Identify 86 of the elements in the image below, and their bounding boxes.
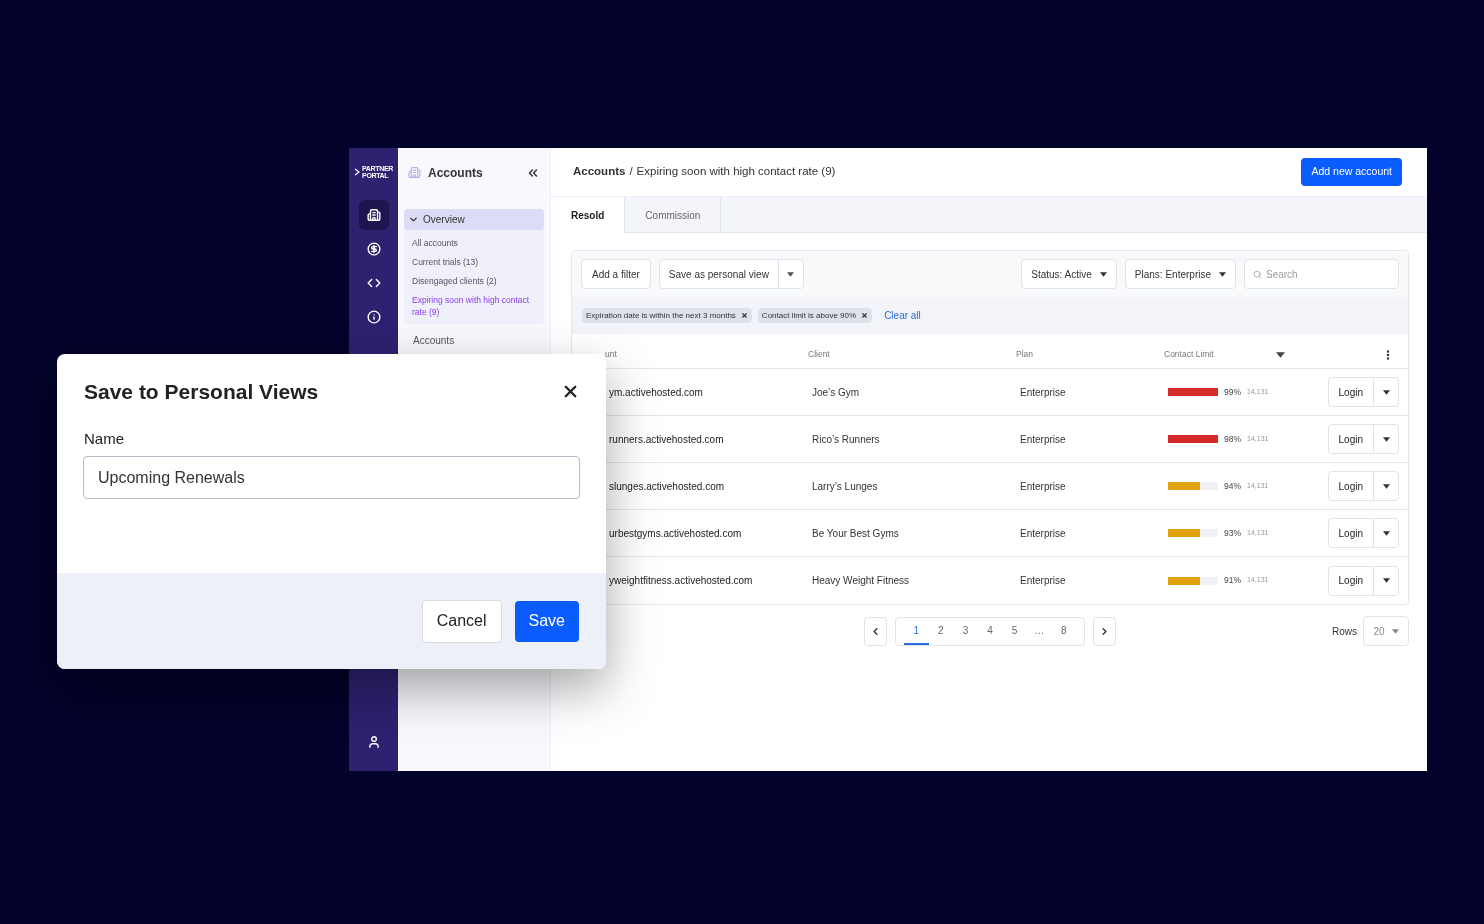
usage-percent: 91% [1224,574,1241,587]
table-cell-text: urbestgyms.activehosted.com [609,526,743,541]
search-icon [1253,269,1262,279]
tab[interactable]: Resold [551,197,626,233]
caret-icon [1382,389,1390,395]
login-button[interactable]: Login [1328,566,1374,595]
table-cell-text: ym.activehosted.com [609,385,704,400]
breadcrumb-separator: / [629,164,633,180]
info-icon [366,310,381,324]
building-icon [366,208,381,222]
page-button[interactable]: 5 [1002,617,1027,645]
cancel-button[interactable]: Cancel [421,599,502,643]
nav-item[interactable]: Current trials (13) [404,256,544,268]
column-header: Client [808,348,830,361]
save-view-button[interactable]: Save as personal view [659,260,779,288]
dialog-title: Save to Personal Views [84,379,320,405]
code-icon [366,276,381,290]
building-icon [408,166,421,179]
table-cell-text: Be Your Best Gyms [812,526,900,541]
table-cell-text: Enterprise [1020,574,1067,588]
table-cell-text: Larry’s Lunges [812,479,879,494]
table-cell-text: slunges.activehosted.com [609,479,726,494]
tab[interactable]: Commission [625,197,722,233]
nav-item[interactable]: Disengaged clients (2) [404,275,544,287]
breadcrumb-item: Expiring soon with high contact rate (9) [636,164,836,180]
login-button[interactable]: Login [1328,472,1374,500]
rows-dropdown[interactable]: 20 [1363,616,1409,646]
table-cell-text: Enterprise [1020,479,1067,494]
caret-icon [1099,271,1107,277]
column-header: unt [605,348,617,361]
dollar-icon [366,242,381,256]
filter-text: Expiration date is within the next 3 months [586,309,736,322]
usage-percent: 99% [1224,385,1241,399]
caret-icon [1382,436,1390,442]
add-account-button[interactable]: Add new account [1301,158,1402,186]
table-cell-text: Heavy Weight Fitness [812,574,911,588]
page-button[interactable]: 1 [903,617,929,645]
caret-icon [1219,271,1226,277]
caret-icon [1391,628,1399,634]
usage-percent: 93% [1224,526,1241,540]
group-header[interactable]: Overview [404,209,544,230]
table-cell-text: Enterprise [1020,385,1067,400]
plans-dropdown[interactable]: Plans: Enterprise [1124,259,1236,289]
nav-title: Accounts [428,164,484,182]
name-input[interactable]: Upcoming Renewals [83,456,580,499]
column-header: Contact Limit [1164,348,1214,361]
rows-label: Rows [1332,624,1357,639]
table-cell-text: runners.activehosted.com [609,432,725,447]
login-button[interactable]: Login [1328,519,1374,547]
page-button[interactable]: 2 [928,617,954,645]
remove-icon[interactable] [861,312,869,319]
table-cell-text: yweightfitness.activehosted.com [609,574,754,588]
login-button[interactable]: Login [1328,378,1374,406]
table-cell-text: Enterprise [1020,526,1067,541]
status-dropdown[interactable]: Status: Active [1021,259,1117,289]
add-filter-button[interactable]: Add a filter [581,259,651,289]
page-button[interactable]: … [1026,617,1052,645]
filter-text: Contact limit is above 90% [761,309,857,322]
login-button[interactable]: Login [1328,425,1374,453]
table-cell-text: Rico’s Runners [812,432,881,447]
nav-item[interactable]: Accounts [398,333,550,348]
building-nav-button[interactable] [358,200,389,230]
page-button[interactable]: 8 [1051,617,1077,645]
column-header: Plan [1016,348,1033,361]
chevron-logo-icon [354,168,361,176]
caret-icon [1382,530,1390,536]
page-button[interactable]: 3 [953,617,978,645]
clear-all-link[interactable]: Clear all [884,308,921,323]
nav-item[interactable]: Expiring soon with high contact rate (9) [404,294,544,318]
usage-percent: 94% [1224,479,1241,493]
user-icon [366,735,381,749]
caret-icon [1382,578,1390,583]
table-cell-text: Joe’s Gym [812,385,861,400]
caret-icon [787,271,795,277]
remove-icon[interactable] [740,312,748,319]
nav-item[interactable]: All accounts [404,237,544,249]
page-button[interactable]: 4 [977,617,1003,645]
chevron-icon [408,214,419,225]
save-button[interactable]: Save [514,600,579,642]
table-cell-text: Enterprise [1020,432,1067,447]
search-field[interactable]: Search [1244,259,1399,289]
field-label: Name [84,428,125,449]
breadcrumb-item[interactable]: Accounts [573,163,626,181]
usage-percent: 98% [1224,432,1241,446]
caret-icon [1275,351,1285,358]
caret-icon [1382,483,1390,489]
